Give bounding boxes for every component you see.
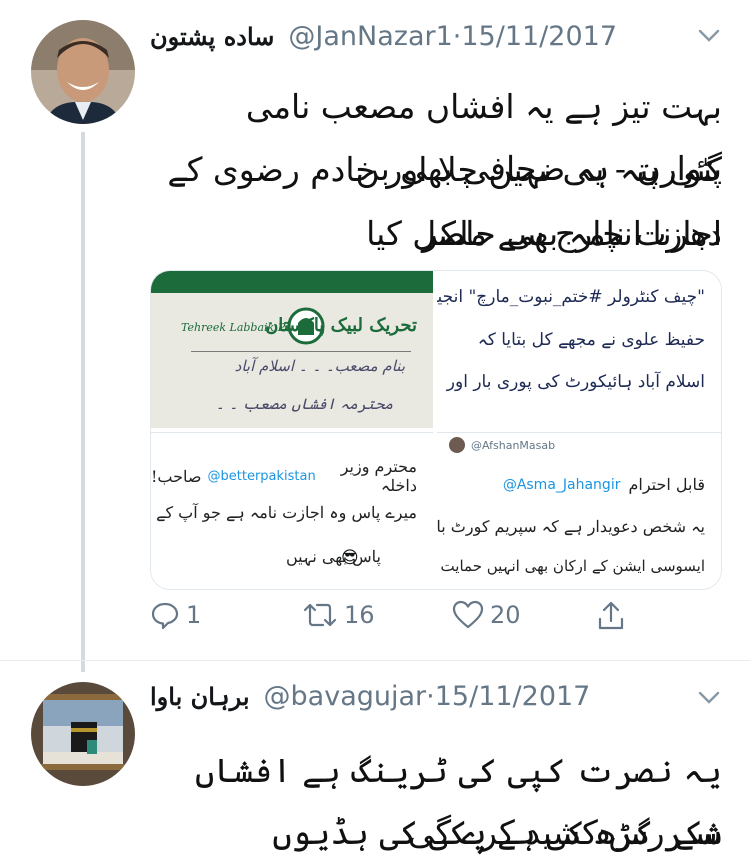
mention-link[interactable]: @Asma_Jahangir <box>503 477 621 493</box>
divider <box>0 660 750 661</box>
retweet-count: 16 <box>344 601 375 629</box>
avatar[interactable] <box>31 20 135 124</box>
tweet-text-line: سے رس کشید کرے گی <box>407 813 722 852</box>
display-name[interactable]: ساده پشتون <box>150 22 274 51</box>
reply-button[interactable]: 1 <box>150 600 201 630</box>
tweet-date[interactable]: 15/11/2017 <box>461 21 617 52</box>
image-text-line: "چیف کنٹرولر #ختم_نبوت_مارچ" انجینئر <box>437 287 705 307</box>
image-text-line: ایسوسی ایشن کے ارکان بھی انہیں حمایت کا <box>437 557 705 575</box>
quoted-avatar <box>449 437 465 453</box>
tweet-date[interactable]: 15/11/2017 <box>435 681 591 712</box>
media-image-1[interactable]: Tehreek Labbaik Pakistan تحریک لبیک پاکس… <box>151 271 433 428</box>
doc-line: بنام مصعب۔ ۔ ۔ اسلام آباد <box>234 357 405 375</box>
chevron-down-icon[interactable] <box>694 682 724 712</box>
share-icon <box>598 601 624 630</box>
quoted-handle: @AfshanMasab <box>471 438 556 452</box>
reply-icon <box>151 602 179 630</box>
user-handle[interactable]: @bavagujar <box>264 681 427 712</box>
tweet-text-line: بہت تیز ہے یہ افشاں مصعب نامی پٹوارن - ی… <box>245 87 722 188</box>
emoji-icon: 😎 <box>341 548 359 568</box>
doc-header-bar <box>151 271 433 293</box>
tweet-actions: 1 16 20 <box>150 600 624 644</box>
avatar-image <box>31 20 135 124</box>
image-text-line: قابل احترام @Asma_Jahangir <box>503 475 705 494</box>
separator: · <box>426 680 435 712</box>
chevron-down-icon[interactable] <box>694 20 724 50</box>
tweet-text-line: یہ نصرت کپی کی ٹرینگ ہے افشاں شکر گڑھ کی… <box>194 751 722 852</box>
tweet-header: برہان باوا @bavagujar · 15/11/2017 <box>150 678 590 714</box>
tweet-2[interactable]: برہان باوا @bavagujar · 15/11/2017 یہ نص… <box>0 660 750 862</box>
image-text-line: حفیظ علوی نے مجھے کل بتایا کہ <box>477 330 705 350</box>
media-image-3[interactable]: محترم وزیر داخلہ @betterpakistan صاحب! م… <box>151 432 433 589</box>
image-text-line: اسلام آباد ہائیکورٹ کی پوری بار اور <box>446 372 705 392</box>
media-grid[interactable]: Tehreek Labbaik Pakistan تحریک لبیک پاکس… <box>150 270 722 590</box>
image-text: قابل احترام <box>628 475 705 494</box>
mention-link[interactable]: @betterpakistan <box>208 469 316 484</box>
avatar-image <box>31 682 135 786</box>
retweet-button[interactable]: 16 <box>302 600 375 630</box>
thread-line <box>81 132 85 672</box>
display-name[interactable]: برہان باوا <box>150 682 250 711</box>
quoted-author: @AfshanMasab <box>449 437 555 453</box>
reply-count: 1 <box>186 601 202 629</box>
separator: · <box>452 20 462 52</box>
heart-icon <box>452 600 484 629</box>
tweet-text-line: اجازت نامہ بھی حاصل کیا <box>366 214 722 253</box>
like-count: 20 <box>490 601 521 629</box>
retweet-icon <box>303 603 337 627</box>
image-text-line: یہ شخص دعویدار ہے کہ سپریم کورٹ بار <box>437 517 705 536</box>
media-image-2[interactable]: "چیف کنٹرولر #ختم_نبوت_مارچ" انجینئر حفی… <box>437 271 721 428</box>
doc-line: محترمہ افشاں مصعب ۔ ۔ <box>215 395 393 413</box>
image-text: محترم وزیر داخلہ <box>340 457 417 495</box>
tweet-text-line: گئی پتہ ہی نہیں چلا اور خادم رضوی کے دھر… <box>167 150 722 253</box>
doc-urdu-logo: تحریک لبیک پاکستان <box>265 315 417 336</box>
tweet-header: ساده پشتون @JanNazar1 · 15/11/2017 <box>150 18 617 54</box>
tweet-1[interactable]: ساده پشتون @JanNazar1 · 15/11/2017 بہت ت… <box>0 0 750 672</box>
image-text-line: میرے پاس وہ اجازت نامہ ہے جو آپ کے <box>156 503 417 522</box>
tweet-text: یہ نصرت کپی کی ٹرینگ ہے افشاں شکر گڑھ کی… <box>150 740 722 864</box>
like-button[interactable]: 20 <box>452 600 521 630</box>
doc-rule <box>191 351 411 352</box>
avatar[interactable] <box>31 682 135 786</box>
media-image-4[interactable]: @AfshanMasab قابل احترام @Asma_Jahangir … <box>437 432 721 589</box>
tweet-text: بہت تیز ہے یہ افشاں مصعب نامی پٹوارن - ی… <box>150 76 722 266</box>
share-button[interactable] <box>596 600 632 632</box>
image-text: صاحب! <box>151 466 202 486</box>
image-text-line: پاس بھی نہیں <box>285 547 381 566</box>
image-text-line: محترم وزیر داخلہ @betterpakistan صاحب! <box>151 457 417 495</box>
user-handle[interactable]: @JanNazar1 <box>288 21 452 52</box>
